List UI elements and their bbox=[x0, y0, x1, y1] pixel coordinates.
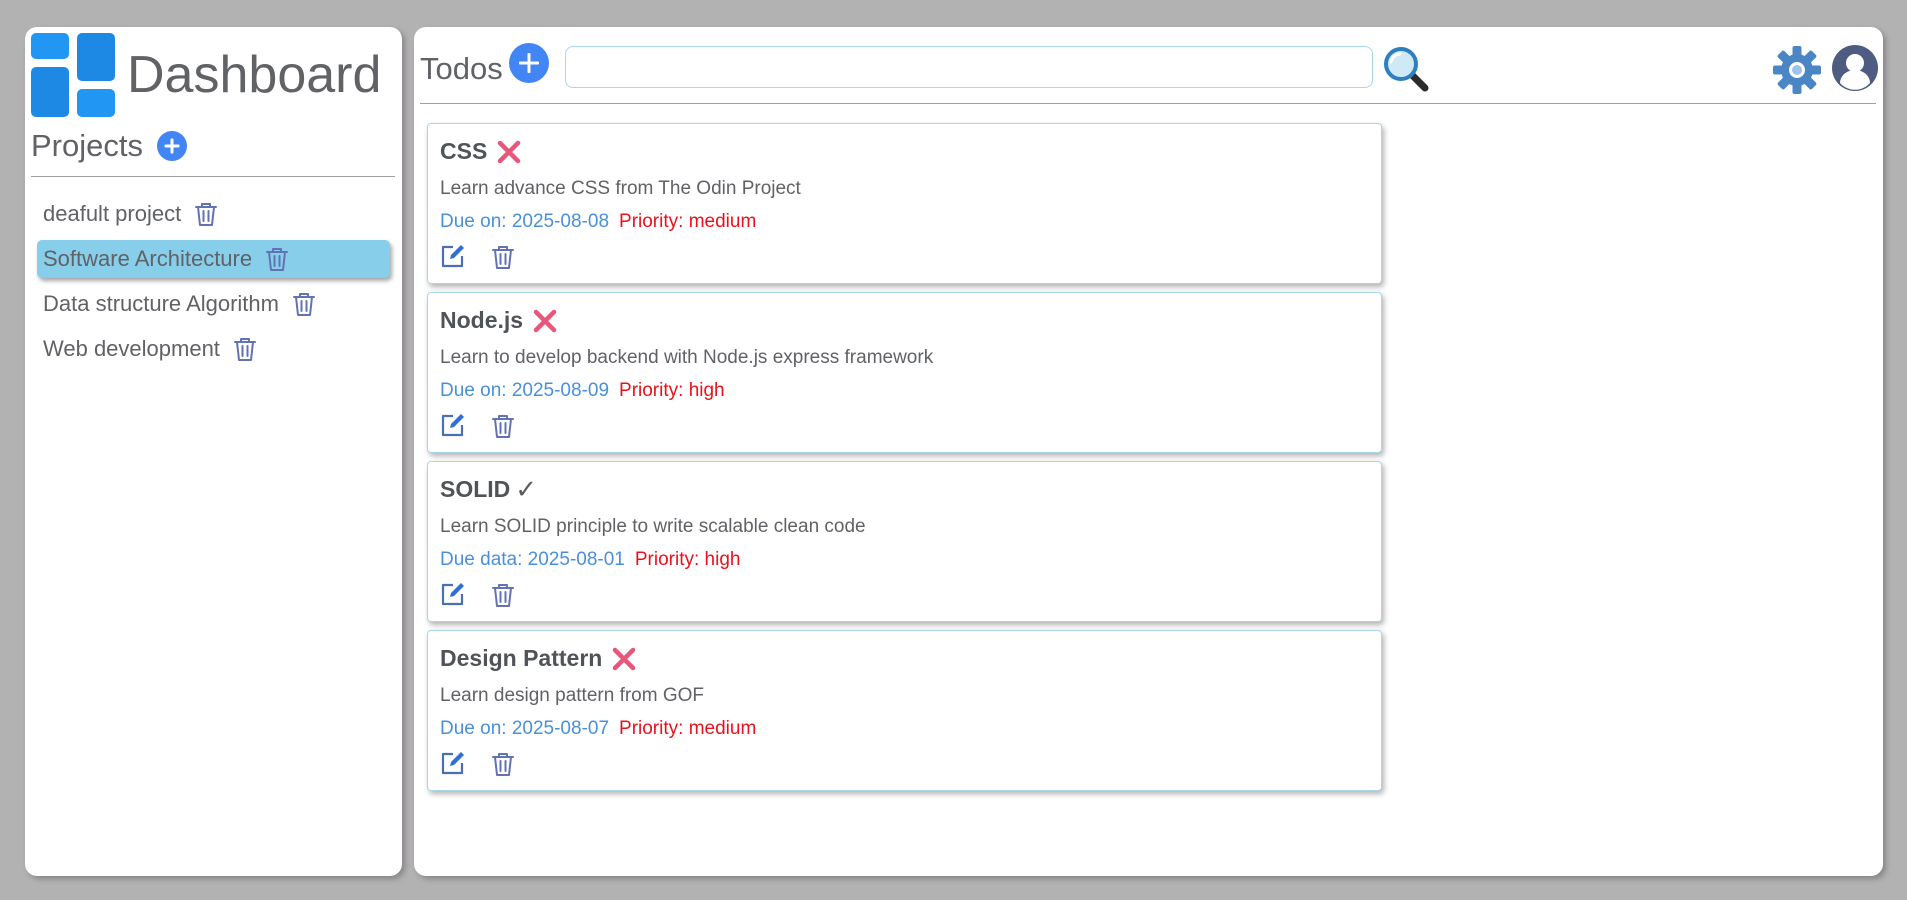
trash-icon[interactable] bbox=[291, 291, 317, 317]
dashboard-logo-icon bbox=[31, 33, 115, 117]
edit-icon[interactable] bbox=[439, 243, 466, 270]
due-date: Due on: 2025-08-09 bbox=[440, 380, 610, 401]
todos-panel: Todos CSS Learn advance CSS from The Odi… bbox=[414, 27, 1883, 876]
todo-title: SOLID bbox=[440, 476, 511, 502]
todo-title: Design Pattern bbox=[440, 645, 603, 671]
trash-icon[interactable] bbox=[490, 751, 516, 777]
priority: Priority: high bbox=[634, 549, 741, 570]
project-label: Web development bbox=[43, 336, 220, 361]
project-item[interactable]: Software Architecture bbox=[37, 240, 390, 278]
project-label: Data structure Algorithm bbox=[43, 291, 279, 316]
close-icon[interactable] bbox=[532, 308, 558, 334]
check-icon[interactable]: ✓ bbox=[515, 477, 537, 503]
add-todo-button[interactable] bbox=[509, 43, 549, 83]
priority: Priority: high bbox=[619, 380, 725, 401]
close-icon[interactable] bbox=[611, 646, 637, 672]
todo-description: Learn design pattern from GOF bbox=[440, 685, 705, 706]
todo-meta: Due on: 2025-08-09 Priority: high bbox=[440, 380, 725, 402]
todo-description: Learn SOLID principle to write scalable … bbox=[440, 516, 866, 537]
trash-icon[interactable] bbox=[490, 244, 516, 270]
edit-icon[interactable] bbox=[439, 750, 466, 777]
edit-icon[interactable] bbox=[439, 412, 466, 439]
avatar[interactable] bbox=[1832, 45, 1878, 91]
priority: Priority: medium bbox=[619, 211, 757, 232]
projects-heading: Projects bbox=[31, 128, 143, 163]
todo-meta: Due data: 2025-08-01 Priority: high bbox=[440, 549, 740, 571]
projects-sidebar: Dashboard Projects deafult project Softwa… bbox=[25, 27, 402, 876]
trash-icon[interactable] bbox=[193, 201, 219, 227]
due-date: Due on: 2025-08-08 bbox=[440, 211, 610, 232]
todo-card: SOLID ✓ Learn SOLID principle to write s… bbox=[427, 461, 1382, 622]
trash-icon[interactable] bbox=[232, 336, 258, 362]
add-project-button[interactable] bbox=[156, 131, 187, 161]
due-date: Due data: 2025-08-01 bbox=[440, 549, 625, 570]
project-label: deafult project bbox=[43, 201, 182, 226]
todo-title: Node.js bbox=[440, 307, 524, 333]
trash-icon[interactable] bbox=[264, 246, 290, 272]
gear-icon[interactable] bbox=[1772, 45, 1822, 95]
projects-header: Projects bbox=[31, 126, 395, 177]
app-title: Dashboard bbox=[127, 46, 382, 104]
todo-card: Node.js Learn to develop backend with No… bbox=[427, 292, 1382, 453]
priority: Priority: medium bbox=[619, 718, 757, 739]
todos-toolbar: Todos bbox=[420, 41, 1878, 104]
edit-icon[interactable] bbox=[439, 581, 466, 608]
todo-meta: Due on: 2025-08-08 Priority: medium bbox=[440, 211, 756, 233]
project-item[interactable]: Data structure Algorithm bbox=[37, 285, 327, 323]
todo-card: CSS Learn advance CSS from The Odin Proj… bbox=[427, 123, 1382, 284]
trash-icon[interactable] bbox=[490, 582, 516, 608]
todo-card: Design Pattern Learn design pattern from… bbox=[427, 630, 1382, 791]
todo-title: CSS bbox=[440, 138, 488, 164]
trash-icon[interactable] bbox=[490, 413, 516, 439]
todos-heading: Todos bbox=[420, 51, 503, 86]
todo-description: Learn to develop backend with Node.js ex… bbox=[440, 347, 934, 368]
todo-meta: Due on: 2025-08-07 Priority: medium bbox=[440, 718, 756, 740]
project-item[interactable]: Web development bbox=[37, 330, 268, 368]
todo-description: Learn advance CSS from The Odin Project bbox=[440, 178, 801, 199]
close-icon[interactable] bbox=[496, 139, 522, 165]
project-label: Software Architecture bbox=[43, 246, 253, 271]
search-icon[interactable] bbox=[1382, 45, 1430, 93]
search-input[interactable] bbox=[565, 46, 1373, 88]
due-date: Due on: 2025-08-07 bbox=[440, 718, 610, 739]
project-list: deafult project Software Architecture Data… bbox=[37, 195, 390, 375]
brand: Dashboard bbox=[31, 33, 381, 117]
project-item[interactable]: deafult project bbox=[37, 195, 229, 233]
